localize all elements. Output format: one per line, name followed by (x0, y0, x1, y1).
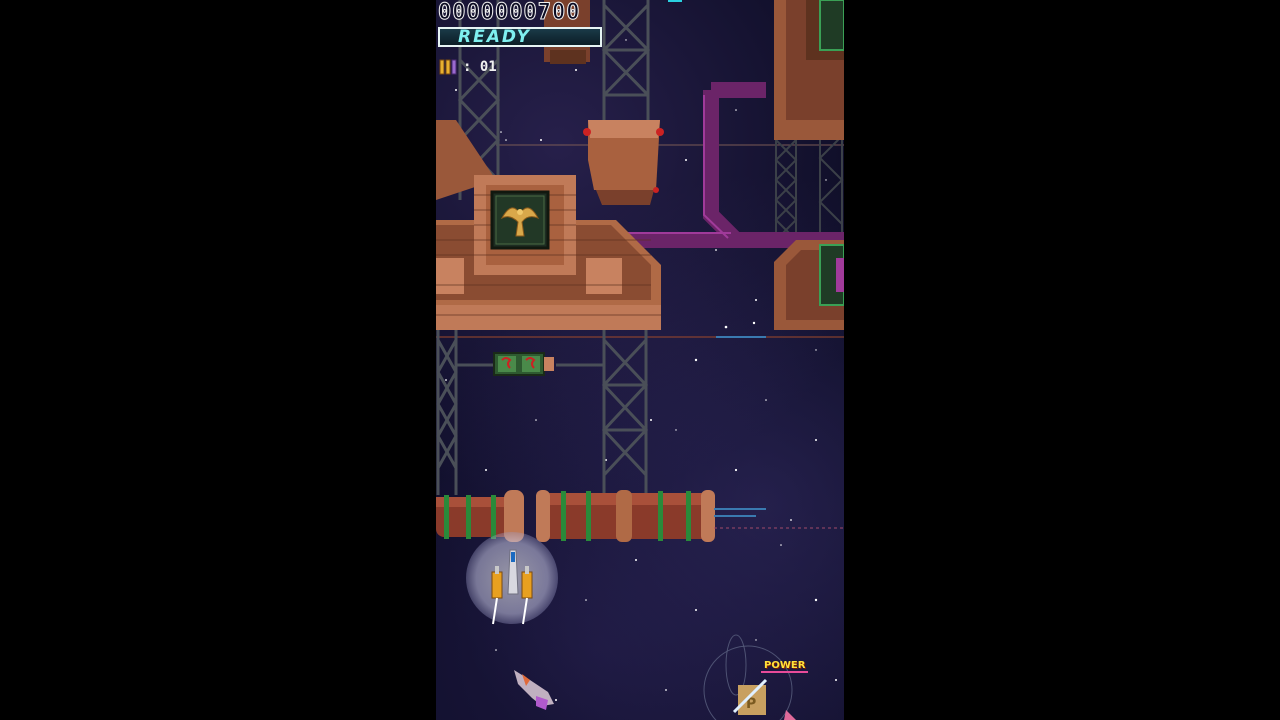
bomb-count: : 01 (463, 59, 497, 75)
eagle-emblem-icon (490, 190, 550, 250)
bomb-icon (439, 59, 457, 75)
bomb-counter: : 01 (439, 58, 497, 76)
enemy-turret (493, 352, 554, 376)
status-banner: READY (438, 27, 602, 47)
power-item-label: POWER (761, 660, 809, 673)
playfield[interactable]: P 0000000700 READY: 01 POWER (436, 0, 844, 720)
player-ship-icon (491, 549, 533, 625)
score-display: 0000000700 (437, 0, 581, 26)
svg-text:P: P (746, 696, 756, 712)
enemy-fighter-icon (514, 670, 554, 710)
game-screen: P 0000000700 READY: 01 POWER (0, 0, 1280, 720)
power-item-icon: P (703, 634, 793, 720)
